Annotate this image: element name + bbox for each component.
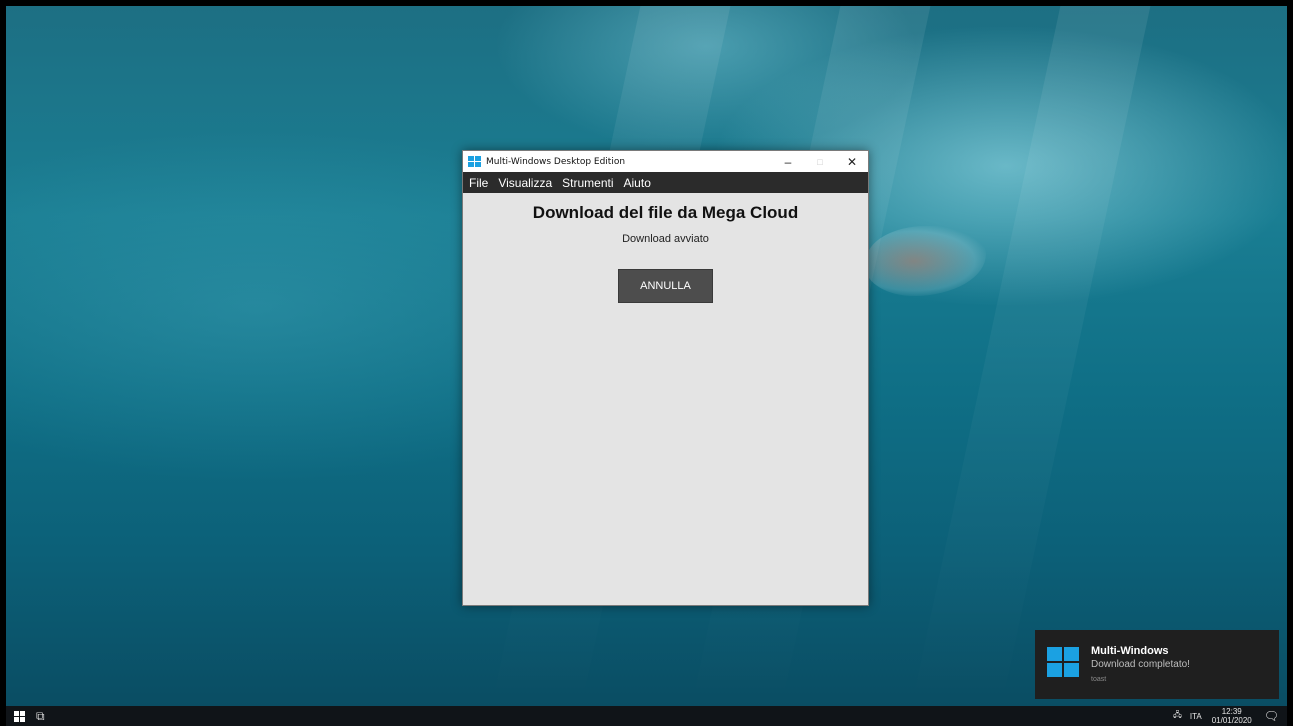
task-view-icon[interactable]: ⧉: [36, 709, 45, 724]
menu-aiuto[interactable]: Aiuto: [624, 176, 651, 190]
toast-message: Download completato!: [1091, 659, 1190, 670]
clock-time: 12:39: [1221, 707, 1242, 716]
language-indicator[interactable]: ITA: [1190, 712, 1202, 721]
app-logo-icon: [468, 156, 481, 167]
clock-date: 01/01/2020: [1211, 716, 1252, 725]
network-icon[interactable]: 🖧: [1173, 709, 1182, 723]
taskbar: ⧉ 🖧 ITA 12:39 01/01/2020 🗨: [6, 706, 1287, 726]
download-panel: Download del file da Mega Cloud Download…: [463, 203, 868, 303]
toast-title: Multi-Windows: [1091, 645, 1169, 657]
window-title: Multi-Windows Desktop Edition: [486, 156, 626, 167]
clock[interactable]: 12:39 01/01/2020: [1212, 707, 1252, 725]
system-tray: 🖧 ITA 12:39 01/01/2020 🗨: [1165, 706, 1279, 726]
cancel-button[interactable]: ANNULLA: [618, 269, 713, 303]
minimize-button[interactable]: –: [772, 151, 804, 172]
download-status: Download avviato: [622, 233, 709, 245]
menu-visualizza[interactable]: Visualizza: [498, 176, 552, 190]
notification-icon[interactable]: 🗨: [1264, 709, 1279, 723]
maximize-button[interactable]: □: [804, 151, 836, 172]
close-button[interactable]: ✕: [836, 151, 868, 172]
menu-file[interactable]: File: [469, 176, 488, 190]
toast-notification[interactable]: Multi-Windows Download completato! toast: [1035, 630, 1279, 699]
app-window: Multi-Windows Desktop Edition – □ ✕ File…: [462, 150, 869, 606]
menu-bar: File Visualizza Strumenti Aiuto: [463, 172, 868, 193]
menu-strumenti[interactable]: Strumenti: [562, 176, 613, 190]
windows-logo-icon: [1047, 647, 1079, 677]
start-icon[interactable]: [14, 711, 25, 722]
wallpaper-wave: [866, 226, 986, 296]
window-titlebar[interactable]: Multi-Windows Desktop Edition – □ ✕: [463, 151, 868, 172]
toast-source: toast: [1091, 676, 1107, 683]
page-title: Download del file da Mega Cloud: [532, 203, 799, 222]
